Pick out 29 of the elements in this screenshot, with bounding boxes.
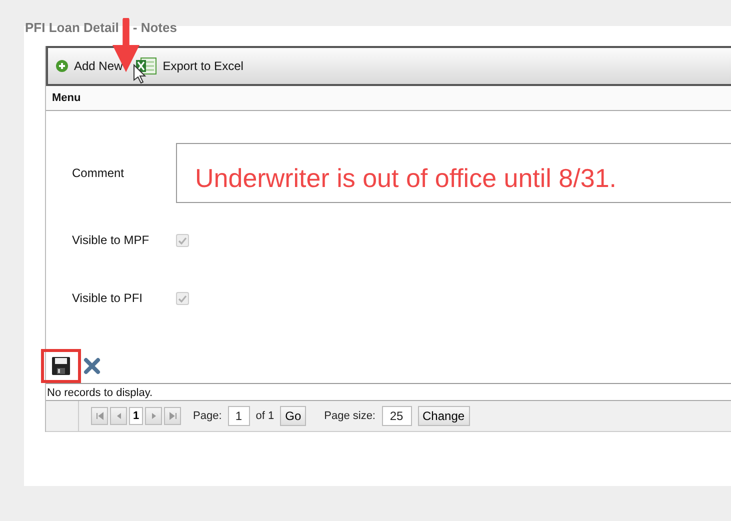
field-label: Comment — [72, 166, 126, 180]
mouse-cursor — [133, 64, 147, 84]
page-size-label: Page size: — [324, 410, 376, 422]
field-label: Visible to MPF — [72, 233, 150, 247]
page-label: Page: — [193, 410, 222, 422]
page-size-input[interactable]: 25 — [382, 406, 412, 426]
close-icon[interactable] — [83, 357, 101, 375]
page-number-button[interactable]: 1 — [129, 407, 143, 425]
go-button[interactable]: Go — [280, 406, 306, 426]
last-page-button[interactable] — [164, 407, 181, 425]
menu-header: Menu — [46, 86, 731, 111]
status-text: No records to display. — [46, 383, 731, 401]
first-icon — [96, 412, 104, 420]
right-triangle-icon — [150, 412, 158, 420]
plus-icon — [56, 60, 68, 72]
page-input[interactable]: 1 — [228, 406, 250, 426]
previous-page-button[interactable] — [110, 407, 127, 425]
comment-field[interactable]: Underwriter is out of office until 8/31. — [176, 143, 731, 203]
change-button[interactable]: Change — [418, 406, 470, 426]
first-page-button[interactable] — [91, 407, 108, 425]
page-count: of 1 — [256, 410, 274, 422]
spreadsheet-icon — [134, 56, 157, 76]
last-icon — [168, 412, 176, 420]
page-title: - Notes — [132, 20, 177, 36]
page-title: PFI Loan Detail — [25, 20, 119, 36]
field-label: Visible to PFI — [72, 291, 144, 305]
next-page-button[interactable] — [145, 407, 162, 425]
save-icon[interactable] — [51, 356, 71, 376]
left-triangle-icon — [114, 412, 122, 420]
